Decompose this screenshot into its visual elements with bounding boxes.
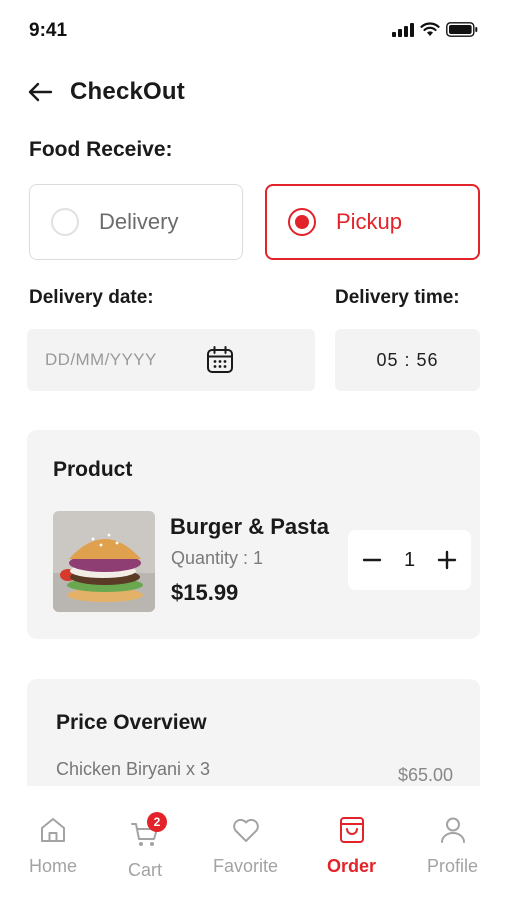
- delivery-radio[interactable]: [51, 208, 79, 236]
- nav-home[interactable]: Home: [29, 814, 77, 877]
- bag-icon: [339, 817, 364, 843]
- nav-profile[interactable]: Profile: [427, 814, 478, 877]
- product-section-title: Product: [53, 458, 133, 481]
- product-card: Product Burger & Pasta Quantity : 1 $15.…: [27, 430, 480, 639]
- delivery-time-label: Delivery time:: [335, 287, 460, 308]
- home-icon: [41, 818, 65, 842]
- delivery-time-field[interactable]: 05 : 56: [335, 329, 480, 391]
- arrow-left-icon: [28, 82, 53, 102]
- pickup-option[interactable]: Pickup: [265, 184, 480, 260]
- pickup-option-label: Pickup: [336, 209, 403, 234]
- pickup-radio[interactable]: [288, 208, 316, 236]
- nav-order-label: Order: [327, 856, 377, 876]
- nav-cart-label: Cart: [128, 860, 163, 880]
- nav-cart[interactable]: 2 Cart: [128, 812, 167, 881]
- decrease-button[interactable]: [360, 548, 384, 572]
- nav-order[interactable]: Order: [327, 814, 376, 877]
- calendar-icon[interactable]: [205, 345, 235, 375]
- nav-profile-label: Profile: [427, 856, 479, 876]
- delivery-date-label: Delivery date:: [29, 287, 154, 308]
- increase-button[interactable]: [435, 548, 459, 572]
- food-receive-label: Food Receive:: [29, 138, 173, 161]
- page-title: CheckOut: [70, 78, 185, 105]
- product-price: $15.99: [171, 580, 239, 605]
- product-name: Burger & Pasta: [170, 514, 329, 539]
- nav-favorite-label: Favorite: [213, 856, 279, 876]
- line-item-name: Chicken Biryani x 3: [56, 759, 211, 779]
- price-overview-title: Price Overview: [56, 711, 207, 734]
- delivery-option-label: Delivery: [99, 209, 179, 234]
- delivery-option[interactable]: Delivery: [29, 184, 243, 260]
- status-time: 9:41: [29, 20, 68, 41]
- wifi-icon: [420, 22, 440, 36]
- radio-selected-dot: [295, 215, 309, 229]
- nav-home-label: Home: [29, 856, 78, 876]
- bottom-nav: Home 2 Cart Favorite Order Profile: [0, 786, 506, 900]
- status-icons: [392, 22, 478, 37]
- delivery-date-field[interactable]: DD/MM/YYYY: [27, 329, 315, 391]
- cart-icon-wrapper: 2: [129, 812, 167, 850]
- product-quantity: Quantity : 1: [171, 548, 264, 568]
- status-bar: 9:41: [0, 0, 506, 64]
- user-icon: [440, 817, 465, 843]
- plus-icon: [437, 550, 457, 570]
- nav-favorite[interactable]: Favorite: [213, 814, 278, 877]
- line-item-price: $65.00: [397, 765, 453, 785]
- signal-icon: [392, 22, 414, 37]
- date-placeholder: DD/MM/YYYY: [45, 350, 157, 369]
- quantity-value: 1: [403, 548, 416, 571]
- minus-icon: [362, 558, 382, 562]
- back-button[interactable]: [26, 78, 54, 106]
- product-image: [53, 511, 155, 612]
- battery-icon: [446, 22, 478, 37]
- header: CheckOut: [26, 72, 185, 112]
- heart-icon: [232, 818, 259, 842]
- quantity-stepper: 1: [348, 530, 471, 590]
- cart-badge: 2: [147, 812, 167, 832]
